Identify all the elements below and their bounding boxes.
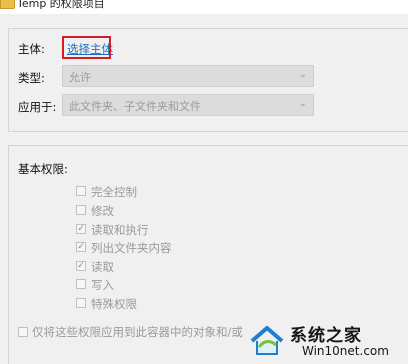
watermark-subtitle: Win10net.com	[302, 344, 389, 358]
applies-to-label: 应用于:	[18, 100, 57, 114]
checkbox-checked[interactable]: ✓	[76, 224, 86, 234]
type-dropdown-value: 允许	[69, 71, 91, 84]
window-title: Temp 的权限项目	[17, 0, 105, 10]
checkbox-checked[interactable]: ✓	[76, 242, 86, 252]
permission-read[interactable]: ✓ 读取	[76, 259, 276, 274]
checkbox[interactable]	[76, 298, 86, 308]
checkbox[interactable]	[76, 205, 86, 215]
type-label: 类型:	[18, 71, 45, 85]
watermark: 系统之家 Win10net.com	[250, 317, 408, 363]
watermark-title: 系统之家	[290, 326, 362, 346]
checkbox[interactable]	[76, 279, 86, 289]
type-dropdown[interactable]: 允许 ⌄	[62, 65, 314, 87]
permission-modify[interactable]: 修改	[76, 203, 276, 218]
checkbox-checked[interactable]: ✓	[76, 261, 86, 271]
chevron-down-icon: ⌄	[298, 98, 307, 109]
permission-write[interactable]: 写入	[76, 277, 276, 292]
permission-read-execute[interactable]: ✓ 读取和执行	[76, 222, 276, 237]
highlight-box	[62, 36, 111, 59]
checkbox[interactable]	[76, 186, 86, 196]
basic-permissions-heading: 基本权限:	[18, 162, 68, 176]
permission-special[interactable]: 特殊权限	[76, 296, 276, 311]
chevron-down-icon: ⌄	[298, 69, 307, 80]
title-bar: Temp 的权限项目	[0, 0, 408, 14]
principal-label: 主体:	[18, 42, 45, 56]
folder-icon	[0, 0, 15, 9]
permission-full-control[interactable]: 完全控制	[76, 184, 276, 199]
house-logo-icon	[250, 326, 284, 355]
permission-list-folder[interactable]: ✓ 列出文件夹内容	[76, 240, 276, 255]
applies-to-dropdown[interactable]: 此文件夹、子文件夹和文件 ⌄	[62, 94, 314, 116]
checkbox[interactable]	[18, 327, 28, 337]
applies-to-dropdown-value: 此文件夹、子文件夹和文件	[69, 100, 201, 113]
